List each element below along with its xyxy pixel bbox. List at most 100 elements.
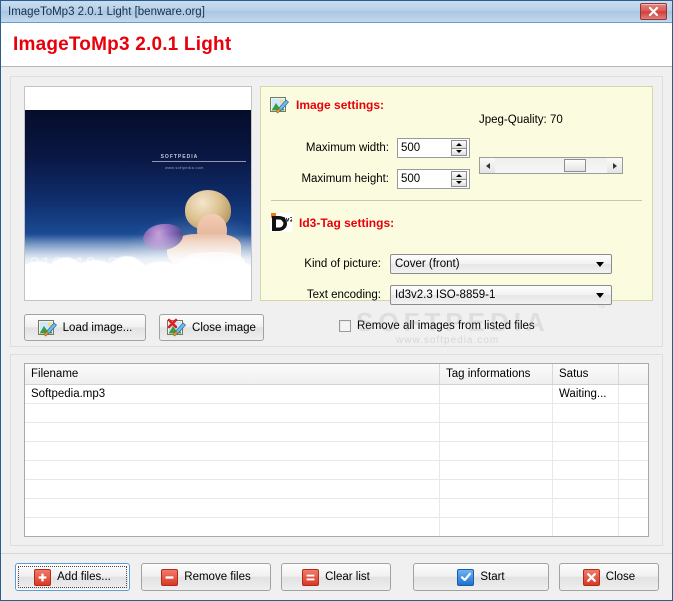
remove-files-button[interactable]: Remove files bbox=[141, 563, 271, 591]
kind-of-picture-select[interactable]: Cover (front) bbox=[390, 254, 612, 274]
window-title: ImageToMp3 2.0.1 Light [benware.org] bbox=[8, 5, 205, 18]
softpedia-watermark-tm: ™ bbox=[598, 305, 605, 312]
settings-divider bbox=[271, 200, 642, 201]
cell-status bbox=[553, 518, 619, 536]
cell-filename: Softpedia.mp3 bbox=[25, 385, 440, 403]
max-width-increment[interactable] bbox=[451, 140, 467, 148]
max-width-stepper[interactable] bbox=[451, 140, 467, 156]
max-width-input[interactable] bbox=[401, 140, 445, 156]
column-header-tag-informations[interactable]: Tag informations bbox=[440, 364, 553, 384]
preview-watermark: SOFTPEDIA bbox=[160, 154, 199, 161]
max-height-stepper[interactable] bbox=[451, 171, 467, 187]
main-content: SOFTPEDIA www.softpedia.com 010110 01 bbox=[1, 67, 672, 600]
title-bar: ImageToMp3 2.0.1 Light [benware.org] bbox=[1, 1, 672, 23]
text-encoding-row: Text encoding: Id3v2.3 ISO-8859-1 bbox=[278, 285, 612, 305]
footer-toolbar: Add files... Remove files Clear list Sta… bbox=[1, 553, 672, 600]
preview-foam bbox=[25, 234, 251, 280]
equals-icon bbox=[302, 568, 320, 586]
remove-all-images-checkbox[interactable] bbox=[339, 320, 351, 332]
jpeg-quality-thumb[interactable] bbox=[564, 159, 587, 172]
cell-filename bbox=[25, 423, 440, 441]
picture-pencil-icon bbox=[37, 320, 57, 337]
table-row[interactable]: Softpedia.mp3 Waiting... bbox=[25, 385, 648, 404]
table-row[interactable] bbox=[25, 518, 648, 536]
add-files-label: Add files... bbox=[57, 571, 111, 583]
window-close-button[interactable] bbox=[640, 3, 667, 20]
preview-watermark-sub: www.softpedia.com bbox=[165, 166, 204, 171]
cell-extra bbox=[619, 423, 648, 441]
file-list-group: Filename Tag informations Satus Softpedi… bbox=[10, 354, 663, 546]
check-icon bbox=[457, 568, 475, 586]
add-files-button[interactable]: Add files... bbox=[15, 563, 130, 591]
chevron-down-icon bbox=[456, 181, 462, 185]
cell-filename bbox=[25, 442, 440, 460]
table-row[interactable] bbox=[25, 423, 648, 442]
table-row[interactable] bbox=[25, 480, 648, 499]
cell-extra bbox=[619, 518, 648, 536]
preview-image: SOFTPEDIA www.softpedia.com 010110 01 bbox=[25, 110, 251, 280]
page-title: ImageToMp3 2.0.1 Light bbox=[13, 33, 232, 55]
close-image-button[interactable]: Close image bbox=[159, 314, 264, 341]
kind-of-picture-value: Cover (front) bbox=[395, 258, 460, 270]
image-preview[interactable]: SOFTPEDIA www.softpedia.com 010110 01 bbox=[24, 86, 252, 301]
max-height-increment[interactable] bbox=[451, 171, 467, 179]
jpeg-quality-decrease[interactable] bbox=[480, 158, 495, 173]
kind-of-picture-row: Kind of picture: Cover (front) bbox=[278, 254, 612, 274]
minus-icon bbox=[161, 568, 179, 586]
clear-list-button[interactable]: Clear list bbox=[281, 563, 391, 591]
cell-status bbox=[553, 499, 619, 517]
cell-tag-informations bbox=[440, 442, 553, 460]
clear-list-label: Clear list bbox=[325, 571, 370, 583]
table-row[interactable] bbox=[25, 404, 648, 423]
image-settings-group: SOFTPEDIA www.softpedia.com 010110 01 bbox=[10, 76, 663, 347]
column-header-status[interactable]: Satus bbox=[553, 364, 619, 384]
image-settings-header: Image settings: bbox=[270, 95, 384, 114]
cell-extra bbox=[619, 385, 648, 403]
cell-filename bbox=[25, 480, 440, 498]
cell-tag-informations bbox=[440, 385, 553, 403]
column-header-extra[interactable] bbox=[619, 364, 648, 384]
cell-extra bbox=[619, 480, 648, 498]
cell-filename bbox=[25, 461, 440, 479]
max-width-decrement[interactable] bbox=[451, 147, 467, 156]
max-width-field[interactable] bbox=[397, 138, 470, 158]
load-image-button[interactable]: Load image... bbox=[24, 314, 146, 341]
jpeg-quality-track[interactable] bbox=[495, 158, 607, 173]
settings-panel: Image settings: Maximum width: Maximum h… bbox=[260, 86, 653, 305]
max-height-decrement[interactable] bbox=[451, 178, 467, 187]
load-image-label: Load image... bbox=[62, 321, 133, 334]
column-header-filename[interactable]: Filename bbox=[25, 364, 440, 384]
image-edit-icon bbox=[270, 97, 289, 114]
id3-settings-title: Id3-Tag settings: bbox=[299, 215, 395, 230]
cell-status bbox=[553, 461, 619, 479]
jpeg-quality-label: Jpeg-Quality: 70 bbox=[479, 114, 563, 126]
max-height-field[interactable] bbox=[397, 169, 470, 189]
close-button[interactable]: Close bbox=[559, 563, 659, 591]
remove-files-label: Remove files bbox=[184, 571, 251, 583]
table-row[interactable] bbox=[25, 442, 648, 461]
remove-all-images-row[interactable]: Remove all images from listed files bbox=[339, 320, 535, 332]
close-label: Close bbox=[605, 571, 636, 583]
jpeg-quality-slider[interactable] bbox=[479, 157, 623, 174]
table-row[interactable] bbox=[25, 499, 648, 518]
jpeg-quality-increase[interactable] bbox=[607, 158, 622, 173]
picture-delete-icon bbox=[167, 318, 187, 337]
kind-of-picture-label: Kind of picture: bbox=[304, 258, 381, 270]
cell-extra bbox=[619, 404, 648, 422]
file-list[interactable]: Filename Tag informations Satus Softpedi… bbox=[24, 363, 649, 537]
image-action-row: Load image... Close image bbox=[24, 314, 264, 341]
cell-extra bbox=[619, 442, 648, 460]
application-window: ImageToMp3 2.0.1 Light [benware.org] Ima… bbox=[0, 0, 673, 601]
chevron-down-icon bbox=[596, 262, 604, 267]
max-height-input[interactable] bbox=[401, 171, 445, 187]
max-height-label: Maximum height: bbox=[301, 173, 389, 185]
close-image-label: Close image bbox=[192, 321, 256, 334]
table-row[interactable] bbox=[25, 461, 648, 480]
cell-tag-informations bbox=[440, 461, 553, 479]
start-button[interactable]: Start bbox=[413, 563, 549, 591]
plus-icon bbox=[34, 568, 52, 586]
cell-filename bbox=[25, 518, 440, 536]
preview-light-streak bbox=[151, 161, 247, 162]
text-encoding-select[interactable]: Id3v2.3 ISO-8859-1 bbox=[390, 285, 612, 305]
cell-tag-informations bbox=[440, 423, 553, 441]
